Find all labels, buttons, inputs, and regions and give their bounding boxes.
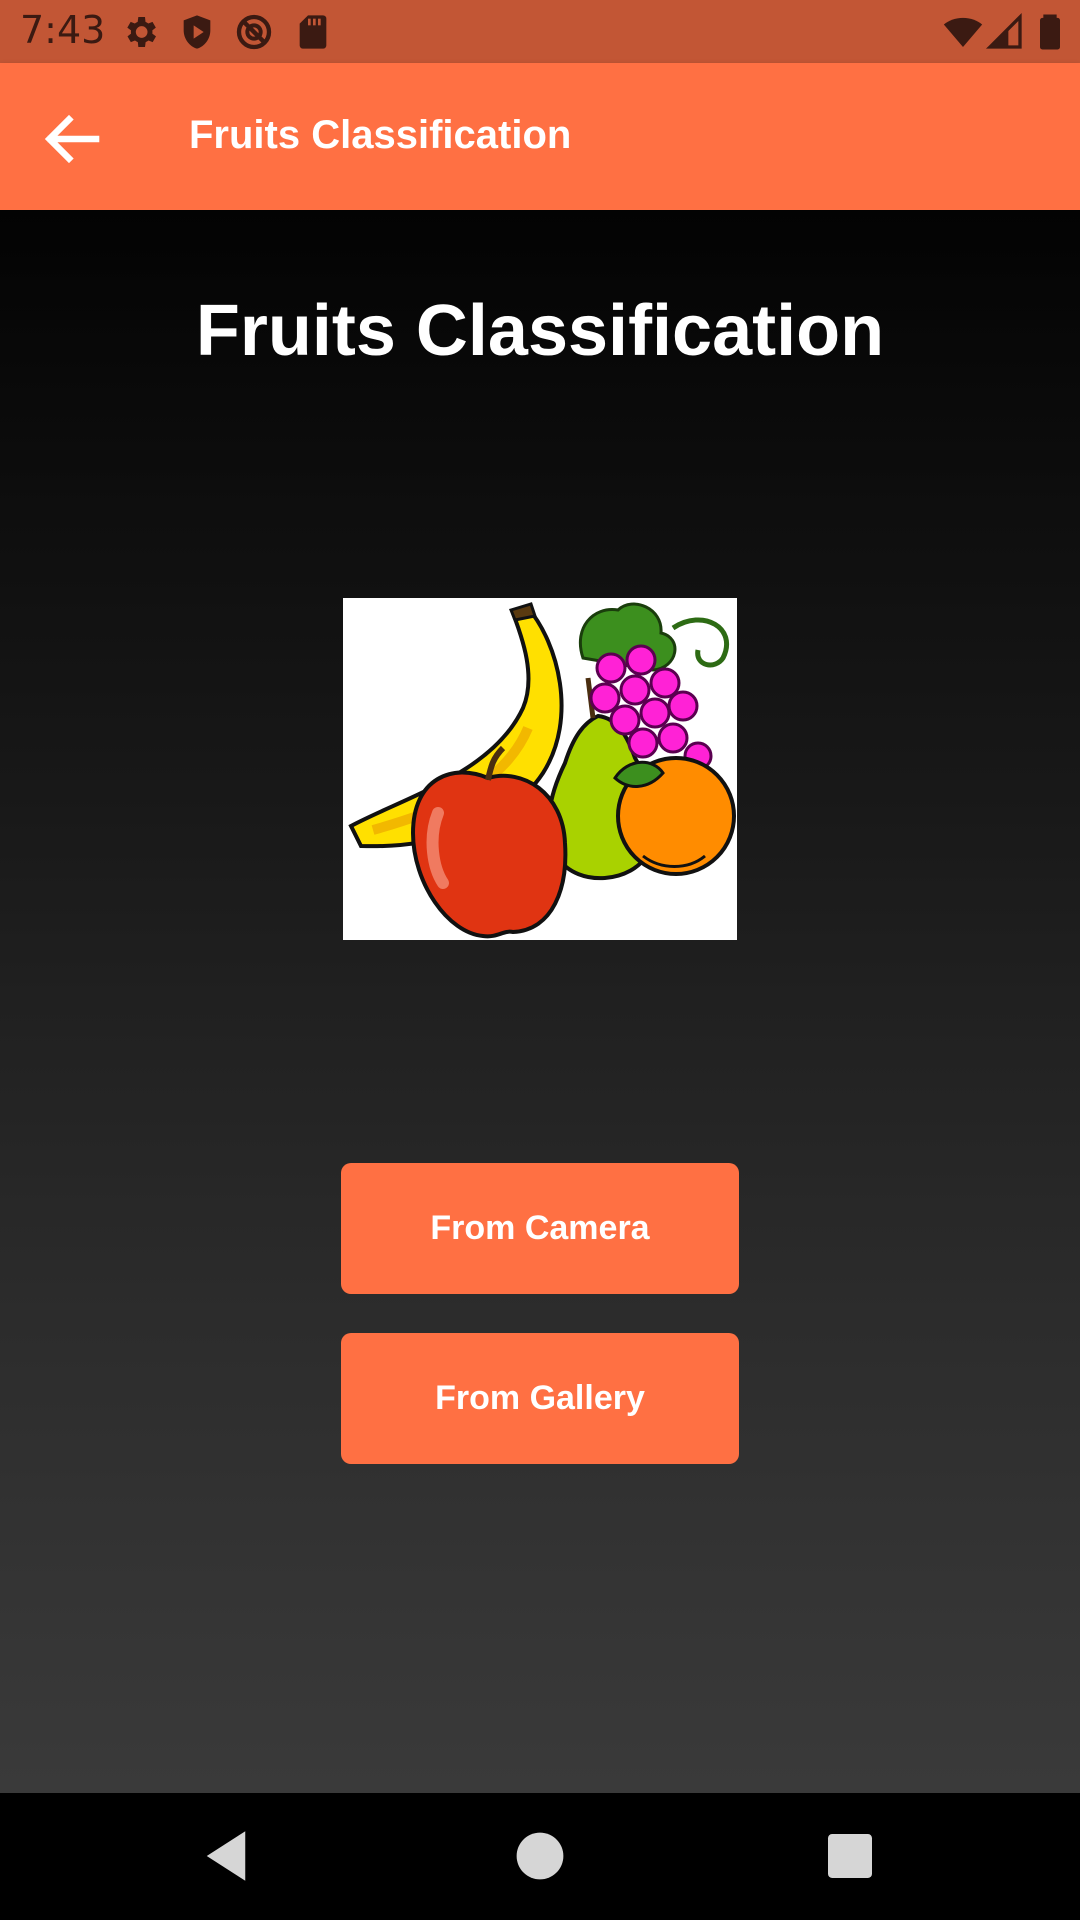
app-bar-title: Fruits Classification — [189, 113, 572, 157]
app-bar: Fruits Classification — [0, 63, 1080, 210]
page-title: Fruits Classification — [195, 291, 885, 371]
screen: 7:43 Fruits Classification Fruits Classi… — [0, 0, 1080, 1920]
gear-icon — [127, 17, 156, 47]
battery-icon — [1040, 14, 1060, 50]
signal-icon — [985, 12, 1022, 49]
fruits-illustration — [343, 598, 737, 940]
nav-home-icon[interactable] — [507, 1823, 573, 1889]
shield-play-icon — [183, 15, 211, 49]
nav-back-icon[interactable] — [193, 1823, 259, 1889]
status-bar: 7:43 — [0, 0, 1080, 63]
navigation-bar — [0, 1793, 1080, 1920]
nav-recents-icon[interactable] — [817, 1823, 883, 1889]
wifi-icon — [943, 17, 983, 47]
from-gallery-button[interactable]: From Gallery — [341, 1333, 739, 1464]
status-time: 7:43 — [20, 8, 106, 52]
blocked-circle-icon — [236, 14, 272, 50]
main-content: Fruits Classification From Camera From G… — [0, 210, 1080, 1793]
sd-card-icon — [299, 15, 327, 49]
arrow-back-icon[interactable] — [36, 103, 108, 175]
from-camera-button[interactable]: From Camera — [341, 1163, 739, 1294]
